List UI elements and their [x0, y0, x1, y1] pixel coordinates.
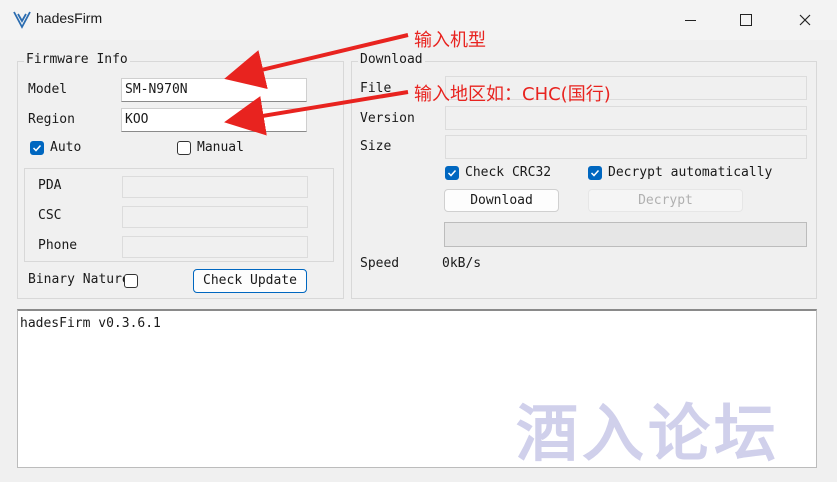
region-annotation-arrow	[224, 90, 409, 136]
model-annotation-text: 输入机型	[414, 30, 486, 51]
region-annotation-text: 输入地区如：CHC(国行)	[414, 84, 611, 105]
model-annotation-arrow	[224, 33, 409, 90]
annotation-arrows	[224, 33, 409, 136]
